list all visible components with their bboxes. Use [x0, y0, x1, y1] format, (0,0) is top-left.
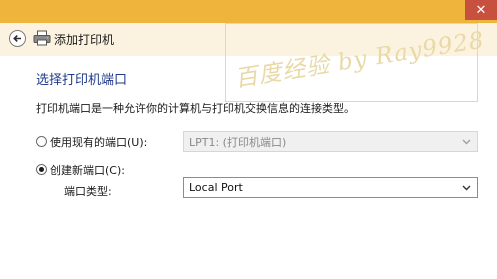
wizard-header: 添加打印机: [0, 23, 497, 56]
new-port-radio[interactable]: [36, 164, 47, 175]
existing-port-value: LPT1: (打印机端口): [189, 135, 287, 149]
port-type-select[interactable]: Local Port: [183, 177, 478, 198]
close-button[interactable]: ✕: [465, 0, 497, 20]
chevron-down-icon: [462, 139, 471, 145]
back-button[interactable]: [9, 30, 26, 47]
wizard-title: 添加打印机: [54, 33, 115, 47]
port-type-value: Local Port: [189, 181, 243, 194]
new-port-label[interactable]: 创建新端口(C):: [50, 162, 125, 178]
chevron-down-icon: [462, 185, 471, 191]
close-icon: ✕: [475, 2, 487, 18]
back-arrow-icon: [13, 35, 21, 42]
page-description: 打印机端口是一种允许你的计算机与打印机交换信息的连接类型。: [36, 102, 355, 115]
existing-port-select: LPT1: (打印机端口): [183, 131, 478, 152]
existing-port-label[interactable]: 使用现有的端口(U):: [50, 134, 147, 150]
printer-icon: [33, 30, 51, 46]
window-title-bar: [0, 0, 497, 23]
port-type-label: 端口类型:: [64, 185, 112, 198]
existing-port-radio[interactable]: [36, 136, 47, 147]
page-heading: 选择打印机端口: [36, 73, 128, 88]
